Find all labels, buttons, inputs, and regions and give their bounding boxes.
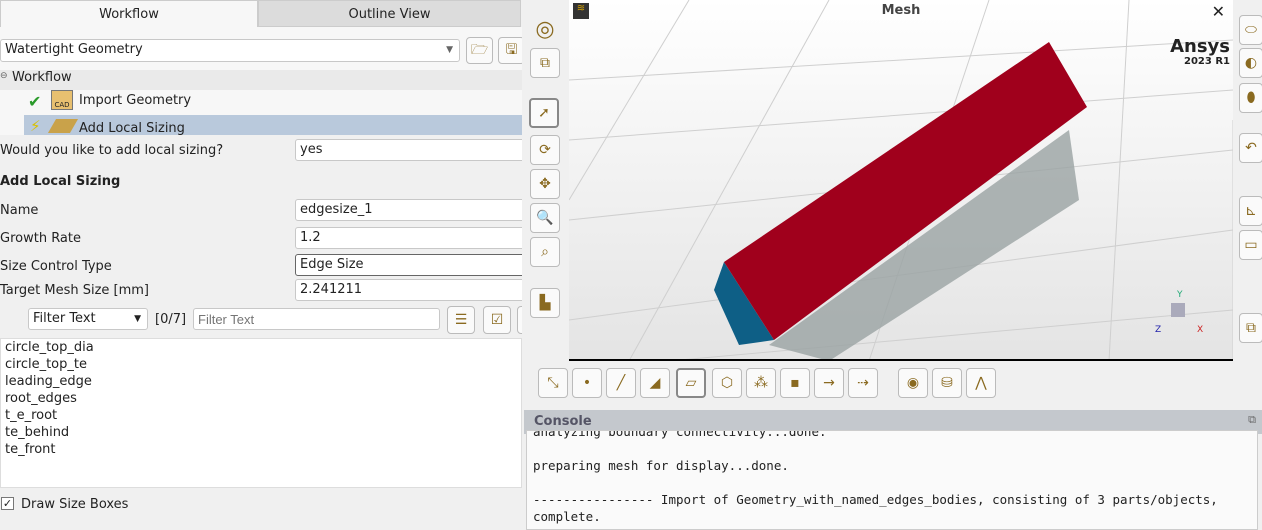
check-icon: ✔ <box>28 92 42 111</box>
rotate-icon[interactable]: ⟳ <box>530 135 560 165</box>
chevron-down-icon: ▼ <box>134 314 141 324</box>
list-item[interactable]: root_edges <box>5 391 517 408</box>
cad-icon: CAD <box>51 90 73 110</box>
target-mesh-size-field[interactable]: 2.241211 <box>295 279 525 301</box>
target-mesh-size-label: Target Mesh Size [mm] <box>0 283 149 298</box>
pan-icon[interactable]: ✥ <box>530 169 560 199</box>
select-checked-icon[interactable]: ☑ <box>483 306 511 334</box>
edge-icon[interactable]: ╱ <box>606 368 636 398</box>
ruler-icon[interactable]: ▙ <box>530 288 560 318</box>
chevron-down-icon: ▼ <box>446 45 453 55</box>
tab-outline-view[interactable]: Outline View <box>258 0 521 27</box>
name-label: Name <box>0 203 39 218</box>
detach-icon[interactable]: ⧉ <box>1248 413 1256 427</box>
move-icon[interactable]: → <box>814 368 844 398</box>
display-icon[interactable]: ⛁ <box>932 368 962 398</box>
question-label: Would you like to add local sizing? <box>0 143 224 158</box>
body-icon[interactable]: ⬡ <box>712 368 742 398</box>
view-front-icon[interactable]: ⬭ <box>1239 15 1262 45</box>
graphics-viewport[interactable]: Mesh ≋ ✕ Ansys 2023 R1 Y Z X <box>569 0 1233 361</box>
tree-root[interactable]: Workflow <box>12 70 72 85</box>
console-line: analyzing boundary connectivity...done. <box>533 430 827 439</box>
tree-item-label: Add Local Sizing <box>79 121 185 135</box>
zoom-in-icon[interactable]: 🔍 <box>530 203 560 233</box>
copy-move-icon[interactable]: ⇢ <box>848 368 878 398</box>
axis-z: Z <box>1155 325 1162 335</box>
view-iso-icon[interactable]: ⬮ <box>1239 83 1262 113</box>
view-hide-icon[interactable]: ◉ <box>898 368 928 398</box>
list-item[interactable]: te_front <box>5 442 517 459</box>
name-field[interactable]: edgesize_1 <box>295 199 525 221</box>
nodes-icon[interactable]: ⋀ <box>966 368 996 398</box>
version-label: 2023 R1 <box>1184 56 1230 67</box>
axis-y: Y <box>1177 290 1183 300</box>
size-control-type-select[interactable]: Edge Size <box>295 254 525 276</box>
console-line: complete. <box>533 509 601 524</box>
axes-icon[interactable]: ⊾ <box>1239 196 1262 226</box>
close-icon[interactable]: ✕ <box>1212 2 1225 21</box>
undo-view-icon[interactable]: ↶ <box>1239 133 1262 163</box>
list-item[interactable]: leading_edge <box>5 374 517 391</box>
triangle-icon[interactable]: ◢ <box>640 368 670 398</box>
console-line: preparing mesh for display...done. <box>533 458 789 473</box>
filter-type-select[interactable]: Filter Text ▼ <box>28 308 148 330</box>
view-side-icon[interactable]: ◐ <box>1239 48 1262 78</box>
selection-count: [0/7] <box>155 312 187 327</box>
tree-item-import-geometry[interactable]: Import Geometry <box>79 93 191 108</box>
workflow-select-value: Watertight Geometry <box>5 42 143 57</box>
list-item[interactable]: circle_top_te <box>5 357 517 374</box>
list-item[interactable]: t_e_root <box>5 408 517 425</box>
globe-icon[interactable]: ◎ <box>530 14 560 44</box>
fit-view-icon[interactable]: ⧉ <box>530 48 560 78</box>
draw-size-boxes-label: Draw Size Boxes <box>21 497 129 512</box>
warning-icon: ⚡ <box>30 117 41 135</box>
list-item[interactable]: te_behind <box>5 425 517 442</box>
console-title: Console <box>534 414 592 429</box>
edge-list: circle_top_dia circle_top_te leading_edge r… <box>0 338 522 488</box>
draw-size-boxes-checkbox[interactable]: ✓ <box>1 497 14 510</box>
face-icon[interactable]: ▱ <box>676 368 706 398</box>
open-folder-icon[interactable]: 🗁 <box>466 37 493 64</box>
section-heading: Add Local Sizing <box>0 174 121 189</box>
point-icon[interactable]: • <box>572 368 602 398</box>
tab-workflow[interactable]: Workflow <box>0 0 258 27</box>
workflow-select[interactable]: Watertight Geometry ▼ <box>0 39 460 62</box>
viewport-title: Mesh <box>881 3 921 18</box>
select-pointer-icon[interactable]: ➚ <box>529 98 559 128</box>
sizing-icon <box>47 119 79 133</box>
growth-rate-label: Growth Rate <box>0 231 81 246</box>
brand-logo: Ansys <box>1170 36 1230 57</box>
growth-rate-field[interactable]: 1.2 <box>295 227 525 249</box>
bodies-icon[interactable]: ⁂ <box>746 368 776 398</box>
ruler-small-icon[interactable]: ▭ <box>1239 230 1262 260</box>
console-line: ---------------- Import of Geometry_with… <box>533 492 1218 507</box>
size-control-type-label: Size Control Type <box>0 259 112 274</box>
multi-select-icon[interactable]: ▪ <box>780 368 810 398</box>
scene <box>569 0 1233 359</box>
select-all-icon[interactable]: ☰ <box>447 306 475 334</box>
save-icon[interactable]: 🖫 <box>498 37 525 64</box>
axis-select-icon[interactable]: ⤡ <box>538 368 568 398</box>
collapse-icon[interactable]: ⊖ <box>0 71 8 81</box>
copy-icon[interactable]: ⧉ <box>1239 313 1262 343</box>
tree-item-add-local-sizing[interactable]: ⚡ Add Local Sizing <box>24 115 522 135</box>
app-icon: ≋ <box>573 3 589 19</box>
axis-x: X <box>1197 325 1204 335</box>
zoom-box-icon[interactable]: ⌕ <box>530 237 560 267</box>
filter-text-input[interactable] <box>193 308 440 330</box>
question-field[interactable]: yes <box>295 139 525 161</box>
filter-type-value: Filter Text <box>33 311 96 326</box>
axis-triad-icon[interactable] <box>1171 303 1185 317</box>
list-item[interactable]: circle_top_dia <box>5 340 517 357</box>
console-output[interactable]: analyzing boundary connectivity...done. p… <box>526 430 1258 530</box>
